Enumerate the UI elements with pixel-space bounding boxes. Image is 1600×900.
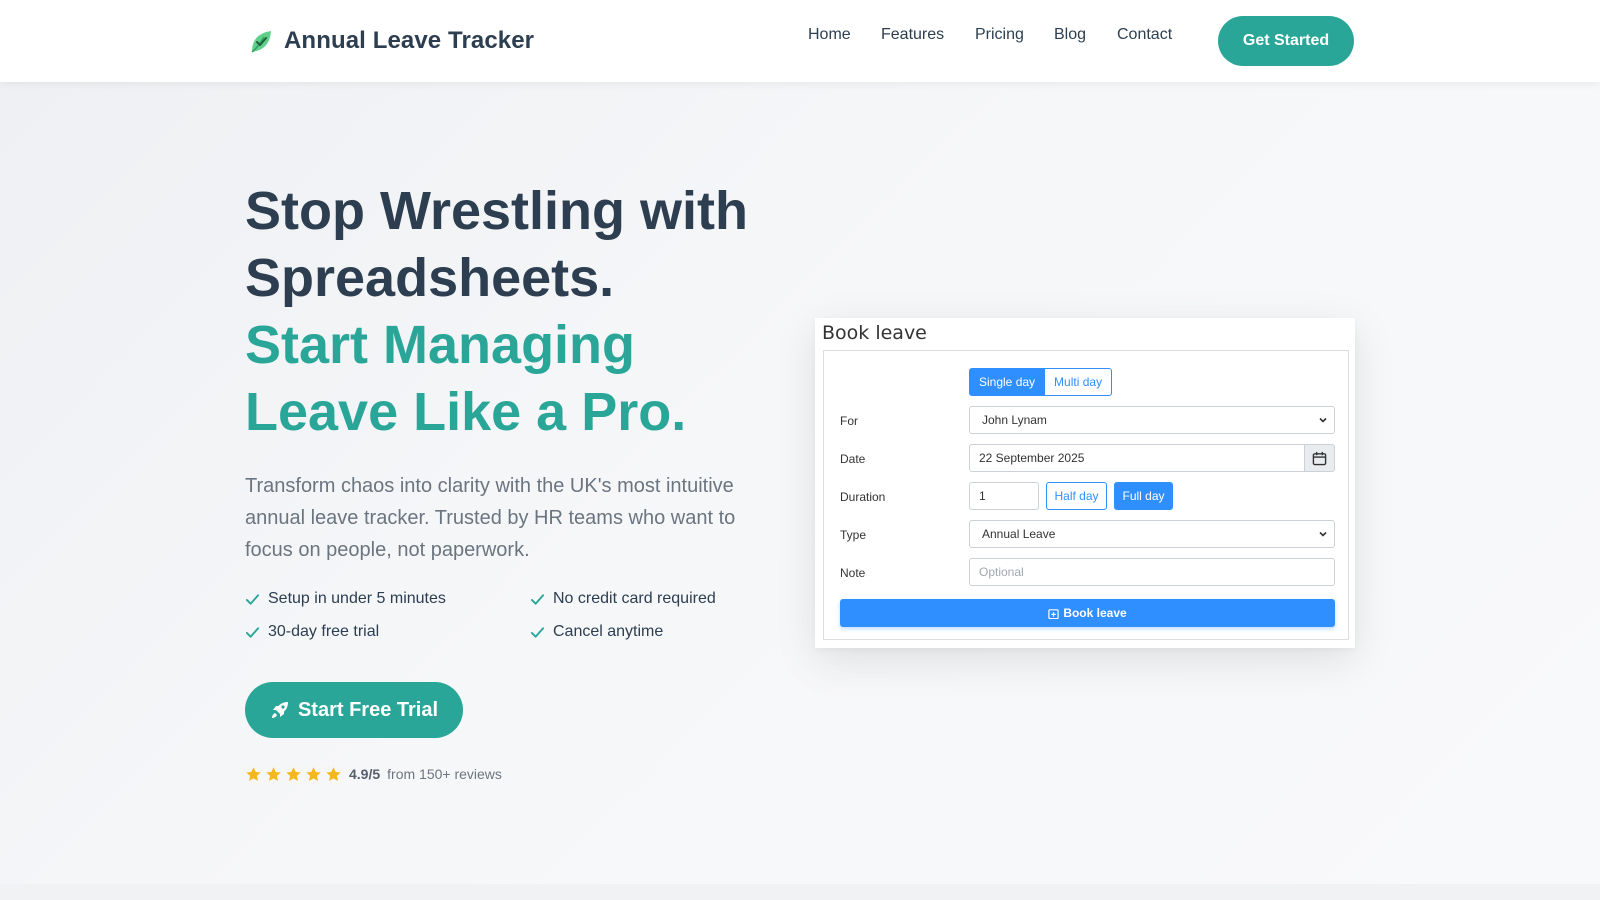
check-icon bbox=[530, 593, 545, 605]
multi-day-button[interactable]: Multi day bbox=[1045, 368, 1113, 396]
day-mode-toggle: Single day Multi day bbox=[969, 368, 1113, 396]
for-select[interactable]: John Lynam bbox=[969, 406, 1335, 434]
feature-label: 30-day free trial bbox=[268, 623, 380, 640]
next-section-edge bbox=[0, 884, 1600, 900]
rating-count: from 150+ reviews bbox=[387, 766, 502, 782]
book-leave-button[interactable]: Book leave bbox=[840, 599, 1335, 627]
nav-contact[interactable]: Contact bbox=[1117, 26, 1172, 44]
feature-item: Cancel anytime bbox=[530, 623, 663, 641]
duration-input[interactable]: 1 bbox=[969, 482, 1039, 510]
brand-name: Annual Leave Tracker bbox=[284, 27, 535, 54]
check-icon bbox=[245, 626, 260, 638]
star-icon bbox=[286, 766, 301, 781]
star-icon bbox=[266, 766, 281, 781]
feature-list: Setup in under 5 minutes No credit card … bbox=[245, 590, 765, 660]
full-day-button[interactable]: Full day bbox=[1114, 482, 1173, 510]
nav-blog[interactable]: Blog bbox=[1054, 26, 1086, 44]
book-leave-form: Single day Multi day For John Lynam Date… bbox=[823, 350, 1349, 640]
leaf-check-icon bbox=[248, 28, 274, 54]
calendar-icon bbox=[1312, 451, 1327, 465]
for-select-value: John Lynam bbox=[982, 413, 1047, 427]
feature-label: Cancel anytime bbox=[553, 623, 664, 640]
nav-features[interactable]: Features bbox=[881, 26, 944, 44]
nav-home[interactable]: Home bbox=[808, 26, 851, 44]
feature-item: Setup in under 5 minutes bbox=[245, 590, 446, 608]
half-day-button[interactable]: Half day bbox=[1046, 482, 1107, 510]
single-day-button[interactable]: Single day bbox=[969, 368, 1046, 396]
type-select[interactable]: Annual Leave bbox=[969, 520, 1335, 548]
book-leave-button-label: Book leave bbox=[1063, 606, 1127, 620]
feature-label: No credit card required bbox=[553, 590, 716, 607]
rating: 4.9/5 from 150+ reviews bbox=[245, 765, 502, 783]
check-icon bbox=[530, 626, 545, 638]
start-free-trial-button[interactable]: Start Free Trial bbox=[245, 682, 463, 738]
rating-score: 4.9/5 bbox=[349, 766, 381, 782]
hero-title-line1: Stop Wrestling with bbox=[245, 181, 748, 241]
note-label: Note bbox=[840, 566, 866, 580]
date-label: Date bbox=[840, 452, 866, 466]
feature-label: Setup in under 5 minutes bbox=[268, 590, 446, 607]
get-started-button[interactable]: Get Started bbox=[1218, 16, 1354, 66]
rocket-icon bbox=[271, 702, 288, 718]
chevron-down-icon bbox=[1319, 417, 1327, 423]
feature-item: 30-day free trial bbox=[245, 623, 379, 641]
hero-description: Transform chaos into clarity with the UK… bbox=[245, 475, 736, 561]
type-label: Type bbox=[840, 528, 867, 542]
star-icon bbox=[326, 766, 341, 781]
start-free-trial-label: Start Free Trial bbox=[297, 698, 439, 721]
site-header: Annual Leave Tracker Home Features Prici… bbox=[0, 0, 1600, 82]
date-value: 22 September 2025 bbox=[979, 451, 1085, 465]
note-input[interactable]: Optional bbox=[969, 558, 1335, 586]
hero-title-line2: Spreadsheets. bbox=[245, 248, 615, 308]
date-input[interactable]: 22 September 2025 bbox=[969, 444, 1305, 472]
calendar-plus-icon bbox=[1048, 608, 1059, 619]
chevron-down-icon bbox=[1319, 531, 1327, 537]
check-icon bbox=[245, 593, 260, 605]
book-leave-title: Book leave bbox=[822, 322, 927, 344]
nav-pricing[interactable]: Pricing bbox=[975, 26, 1024, 44]
book-leave-card: Book leave Single day Multi day For John… bbox=[815, 318, 1355, 648]
brand[interactable]: Annual Leave Tracker bbox=[248, 24, 534, 58]
hero-title: Stop Wrestling with Spreadsheets. Start … bbox=[245, 178, 805, 446]
for-label: For bbox=[840, 414, 858, 428]
star-icon bbox=[306, 766, 321, 781]
duration-label: Duration bbox=[840, 490, 886, 504]
star-icon bbox=[246, 766, 261, 781]
type-select-value: Annual Leave bbox=[982, 527, 1056, 541]
hero-title-accent2: Leave Like a Pro. bbox=[245, 382, 687, 442]
calendar-button[interactable] bbox=[1305, 444, 1335, 472]
feature-item: No credit card required bbox=[530, 590, 716, 608]
hero-title-accent1: Start Managing bbox=[245, 315, 636, 375]
